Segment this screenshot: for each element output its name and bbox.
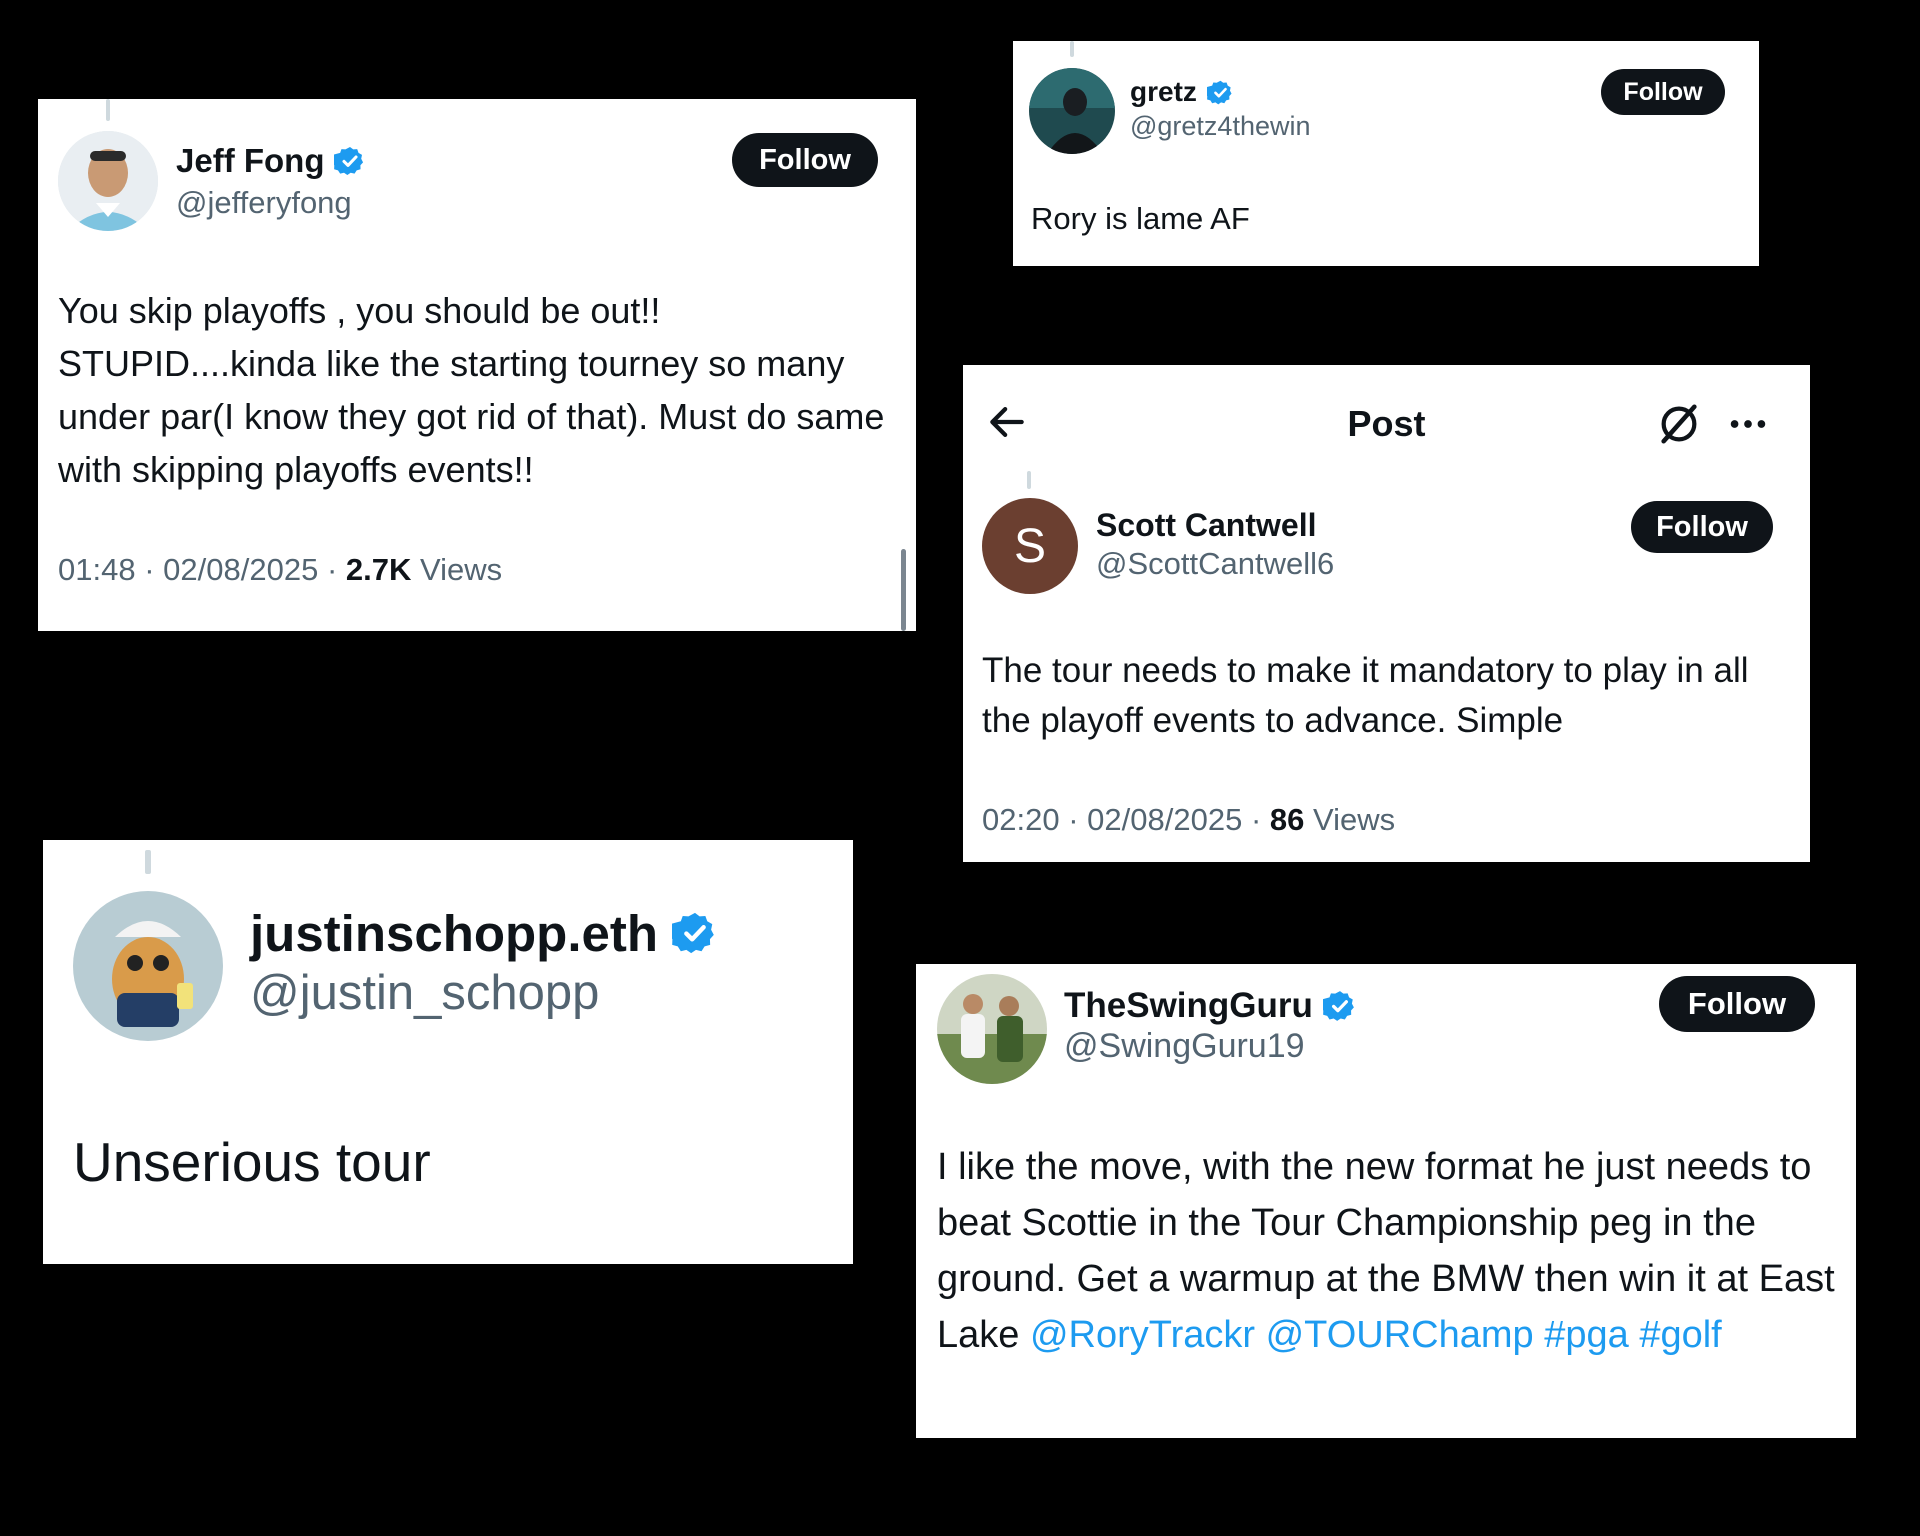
tweet-meta: 01:48 · 02/08/2025 · 2.7K Views <box>58 552 502 588</box>
separator: · <box>144 552 155 587</box>
tweet-card-swing: TheSwingGuru @SwingGuru19 Follow I like … <box>916 964 1856 1438</box>
user-handle[interactable]: @SwingGuru19 <box>1064 1027 1305 1066</box>
verified-badge-icon <box>672 910 718 956</box>
user-handle[interactable]: @ScottCantwell6 <box>1096 546 1334 582</box>
tweet-time[interactable]: 01:48 <box>58 552 136 587</box>
tweet-text: I like the move, with the new format he … <box>937 1139 1849 1363</box>
follow-button[interactable]: Follow <box>1659 976 1815 1032</box>
thread-line <box>145 850 151 874</box>
mention-link[interactable]: @TOURChamp <box>1266 1314 1534 1356</box>
user-handle[interactable]: @justin_schopp <box>250 965 599 1021</box>
verified-badge-icon <box>334 145 366 177</box>
thread-line <box>106 99 110 121</box>
tweet-date[interactable]: 02/08/2025 <box>163 552 318 587</box>
scrollbar[interactable] <box>901 549 906 631</box>
views-label: Views <box>420 552 503 587</box>
user-handle[interactable]: @gretz4thewin <box>1130 111 1311 142</box>
mention-link[interactable]: @RoryTrackr <box>1030 1314 1255 1356</box>
avatar-scott[interactable]: S <box>982 498 1078 594</box>
follow-button[interactable]: Follow <box>732 133 878 187</box>
tweet-time[interactable]: 02:20 <box>982 802 1060 837</box>
views-label: Views <box>1313 802 1396 837</box>
name-row-swing: TheSwingGuru <box>1064 984 1357 1028</box>
tweet-card-justin: justinschopp.eth @justin_schopp Unseriou… <box>43 840 853 1264</box>
thread-line <box>1027 471 1031 489</box>
name-row-justin: justinschopp.eth <box>250 903 718 963</box>
tweet-text: Unserious tour <box>73 1131 431 1193</box>
separator: · <box>326 552 338 587</box>
user-name[interactable]: gretz <box>1130 76 1197 108</box>
tweet-date[interactable]: 02/08/2025 <box>1087 802 1242 837</box>
name-row-scott: Scott Cantwell <box>1096 505 1316 545</box>
tweet-text: Rory is lame AF <box>1031 201 1250 236</box>
more-button[interactable] <box>1725 401 1771 447</box>
tweet-meta: 02:20 · 02/08/2025 · 86 Views <box>982 802 1395 838</box>
avatar-justin[interactable] <box>73 891 223 1041</box>
separator: · <box>1250 802 1262 837</box>
tweet-text: You skip playoffs , you should be out!! … <box>58 290 885 490</box>
name-row-gretz: gretz <box>1130 74 1234 110</box>
avatar-jeff[interactable] <box>58 131 158 231</box>
separator: · <box>1068 802 1079 837</box>
thread-line <box>1070 41 1074 57</box>
user-name[interactable]: justinschopp.eth <box>250 904 658 963</box>
avatar-letter: S <box>1013 519 1046 573</box>
grok-icon <box>1661 404 1697 444</box>
views-count: 2.7K <box>345 552 412 587</box>
views-count: 86 <box>1269 802 1305 837</box>
tweet-card-jeff: Jeff Fong @jefferyfong Follow You skip p… <box>38 99 916 631</box>
user-handle[interactable]: @jefferyfong <box>176 185 352 221</box>
follow-button[interactable]: Follow <box>1631 501 1773 553</box>
tweet-card-scott: Post S Scott Cantwell @ScottCantwell6 Fo… <box>963 365 1810 862</box>
avatar-gretz[interactable] <box>1029 68 1115 154</box>
user-name[interactable]: TheSwingGuru <box>1064 986 1313 1026</box>
verified-badge-icon <box>1206 79 1234 106</box>
tweet-card-gretz: gretz @gretz4thewin Follow Rory is lame … <box>1013 41 1759 266</box>
grok-button[interactable] <box>1656 401 1702 447</box>
user-name[interactable]: Scott Cantwell <box>1096 507 1316 544</box>
avatar-swing[interactable] <box>937 974 1047 1084</box>
name-row-jeff: Jeff Fong <box>176 141 366 181</box>
hashtag-link[interactable]: #golf <box>1639 1314 1721 1356</box>
more-dots-icon <box>1730 420 1766 428</box>
hashtag-link[interactable]: #pga <box>1544 1314 1629 1356</box>
follow-button[interactable]: Follow <box>1601 69 1725 115</box>
verified-badge-icon <box>1322 989 1357 1023</box>
user-name[interactable]: Jeff Fong <box>176 142 324 180</box>
tweet-text: The tour needs to make it mandatory to p… <box>982 651 1749 740</box>
